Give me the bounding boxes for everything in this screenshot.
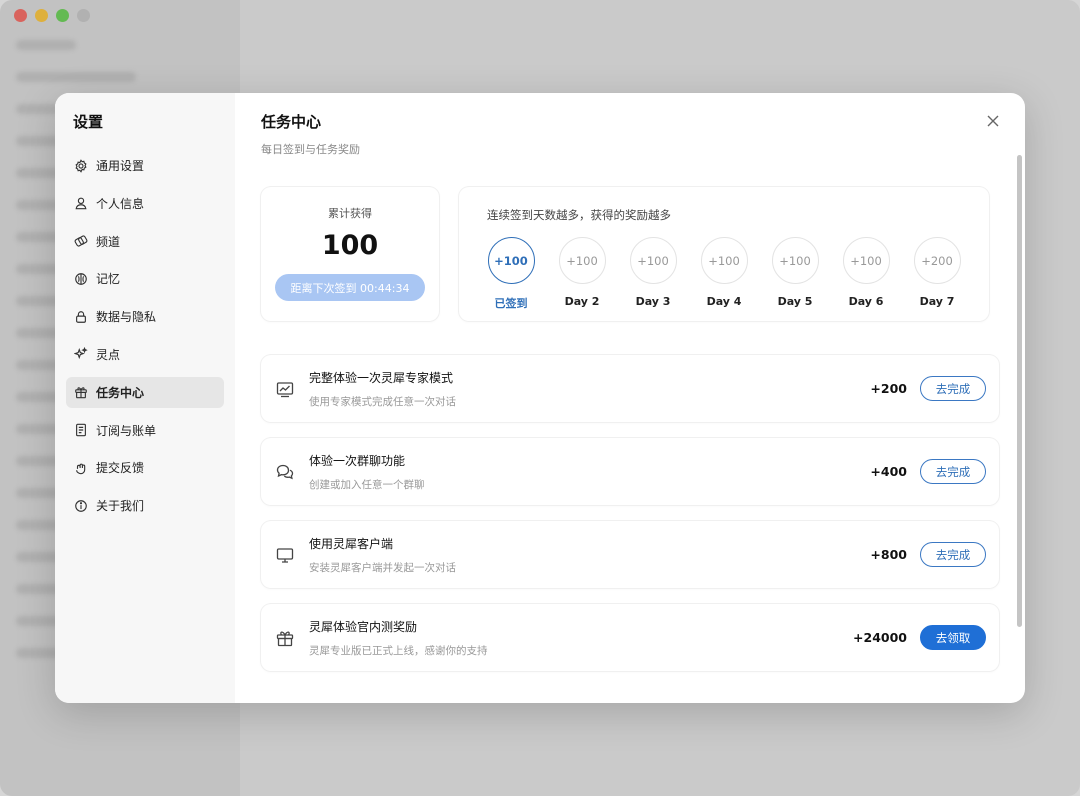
task-reward: +24000 bbox=[853, 630, 907, 645]
task-item: 灵犀体验官内测奖励 灵犀专业版已正式上线，感谢你的支持 +24000 去领取 bbox=[261, 604, 999, 671]
day-reward: +200 bbox=[913, 237, 961, 284]
task-title: 使用灵犀客户端 bbox=[309, 536, 394, 551]
day-reward: +100 bbox=[487, 237, 535, 284]
sidebar-item-privacy[interactable]: 数据与隐私 bbox=[66, 301, 224, 332]
checkin-streak-card: 连续签到天数越多，获得的奖励越多 +100 已签到 +100 Day 2 +10… bbox=[459, 187, 989, 321]
checkin-day[interactable]: +100 Day 5 bbox=[771, 237, 819, 311]
checkin-day[interactable]: +100 Day 6 bbox=[842, 237, 890, 311]
gear-icon bbox=[75, 158, 87, 173]
close-icon[interactable] bbox=[985, 113, 1001, 129]
day-reward: +100 bbox=[700, 237, 748, 284]
checkin-day[interactable]: +100 Day 4 bbox=[700, 237, 748, 311]
channel-icon bbox=[74, 235, 88, 247]
task-title: 完整体验一次灵犀专家模式 bbox=[309, 370, 454, 385]
settings-title: 设置 bbox=[73, 113, 104, 131]
checkin-day[interactable]: +100 Day 2 bbox=[558, 237, 606, 311]
lock-icon bbox=[76, 310, 86, 323]
day-label: 已签到 bbox=[494, 297, 528, 310]
monitor-icon bbox=[276, 547, 294, 563]
task-desc: 安装灵犀客户端并发起一次对话 bbox=[309, 561, 456, 574]
sidebar-item-feedback[interactable]: 提交反馈 bbox=[66, 452, 224, 483]
task-title: 体验一次群聊功能 bbox=[309, 453, 406, 468]
day-reward: +100 bbox=[629, 237, 677, 284]
checkin-day[interactable]: +200 Day 7 bbox=[913, 237, 961, 311]
checkin-day[interactable]: +100 已签到 bbox=[487, 237, 535, 311]
task-center-panel: 任务中心 每日签到与任务奖励 累计获得 100 距离下次签到 00:44:34 … bbox=[235, 93, 1025, 703]
day-reward: +100 bbox=[558, 237, 606, 284]
task-desc: 使用专家模式完成任意一次对话 bbox=[309, 395, 456, 408]
sidebar-item-billing[interactable]: 订阅与账单 bbox=[66, 415, 224, 446]
total-value: 100 bbox=[321, 230, 379, 261]
user-icon bbox=[75, 197, 87, 210]
day-label: Day 3 bbox=[635, 295, 671, 308]
sparkle-icon bbox=[74, 347, 88, 360]
task-item: 体验一次群聊功能 创建或加入任意一个群聊 +400 去完成 bbox=[261, 438, 999, 505]
gift-icon bbox=[276, 631, 294, 646]
next-checkin-countdown-button[interactable]: 距离下次签到 00:44:34 bbox=[275, 274, 425, 301]
day-reward: +100 bbox=[842, 237, 890, 284]
task-text: 体验一次群聊功能 创建或加入任意一个群聊 bbox=[309, 452, 870, 492]
task-text: 灵犀体验官内测奖励 灵犀专业版已正式上线，感谢你的支持 bbox=[309, 618, 853, 658]
task-complete-button[interactable]: 去完成 bbox=[920, 376, 986, 401]
task-claim-button[interactable]: 去领取 bbox=[920, 625, 986, 650]
task-desc: 灵犀专业版已正式上线，感谢你的支持 bbox=[309, 644, 488, 657]
task-item: 使用灵犀客户端 安装灵犀客户端并发起一次对话 +800 去完成 bbox=[261, 521, 999, 588]
sidebar-item-label: 个人信息 bbox=[96, 196, 145, 211]
sidebar-item-label: 数据与隐私 bbox=[96, 310, 157, 325]
sidebar-item-label: 提交反馈 bbox=[96, 461, 145, 476]
sidebar-item-label: 任务中心 bbox=[96, 385, 145, 400]
task-complete-button[interactable]: 去完成 bbox=[920, 459, 986, 484]
memory-icon bbox=[75, 273, 87, 285]
chart-icon bbox=[276, 381, 294, 397]
day-label: Day 5 bbox=[777, 295, 813, 308]
checkin-day[interactable]: +100 Day 3 bbox=[629, 237, 677, 311]
scrollbar[interactable] bbox=[1017, 155, 1022, 627]
day-label: Day 2 bbox=[564, 295, 600, 308]
sidebar-item-channel[interactable]: 频道 bbox=[66, 226, 224, 257]
total-label: 累计获得 bbox=[328, 207, 372, 220]
receipt-icon bbox=[76, 423, 86, 437]
page-subtitle: 每日签到与任务奖励 bbox=[261, 143, 360, 156]
summary-row: 累计获得 100 距离下次签到 00:44:34 连续签到天数越多，获得的奖励越… bbox=[261, 187, 999, 321]
sidebar-item-task-center[interactable]: 任务中心 bbox=[66, 376, 224, 408]
gift-icon bbox=[75, 387, 87, 399]
task-reward: +400 bbox=[870, 464, 907, 479]
sidebar-item-profile[interactable]: 个人信息 bbox=[66, 188, 224, 219]
settings-sidebar: 设置 通用设置 个人信息 频道 记忆 数据与隐私 灵点 任务中心 订阅与账单 提… bbox=[55, 93, 235, 703]
sidebar-item-label: 通用设置 bbox=[96, 159, 145, 173]
task-reward: +800 bbox=[870, 547, 907, 562]
sidebar-item-memory[interactable]: 记忆 bbox=[66, 263, 224, 294]
page-title: 任务中心 bbox=[261, 113, 322, 131]
task-complete-button[interactable]: 去完成 bbox=[920, 542, 986, 567]
sidebar-item-general[interactable]: 通用设置 bbox=[66, 150, 224, 181]
task-text: 完整体验一次灵犀专家模式 使用专家模式完成任意一次对话 bbox=[309, 369, 870, 409]
sidebar-item-about[interactable]: 关于我们 bbox=[66, 490, 224, 521]
sidebar-item-label: 频道 bbox=[96, 234, 121, 249]
total-points-card: 累计获得 100 距离下次签到 00:44:34 bbox=[261, 187, 439, 321]
streak-title: 连续签到天数越多，获得的奖励越多 bbox=[487, 208, 671, 222]
task-list: 完整体验一次灵犀专家模式 使用专家模式完成任意一次对话 +200 去完成 体验一… bbox=[261, 355, 999, 671]
day-label: Day 4 bbox=[706, 295, 742, 308]
sidebar-item-label: 订阅与账单 bbox=[96, 423, 157, 438]
task-desc: 创建或加入任意一个群聊 bbox=[309, 478, 425, 491]
sidebar-item-label: 灵点 bbox=[96, 347, 121, 362]
sidebar-item-label: 记忆 bbox=[96, 272, 121, 287]
feedback-icon bbox=[76, 463, 86, 475]
settings-modal: 设置 通用设置 个人信息 频道 记忆 数据与隐私 灵点 任务中心 订阅与账单 提… bbox=[55, 93, 1025, 703]
day-reward: +100 bbox=[771, 237, 819, 284]
day-label: Day 6 bbox=[848, 295, 884, 308]
task-reward: +200 bbox=[870, 381, 907, 396]
info-icon bbox=[75, 499, 87, 512]
chat-icon bbox=[276, 464, 294, 479]
sidebar-item-points[interactable]: 灵点 bbox=[66, 339, 224, 370]
sidebar-item-label: 关于我们 bbox=[96, 499, 145, 514]
task-title: 灵犀体验官内测奖励 bbox=[309, 619, 418, 634]
task-item: 完整体验一次灵犀专家模式 使用专家模式完成任意一次对话 +200 去完成 bbox=[261, 355, 999, 422]
task-text: 使用灵犀客户端 安装灵犀客户端并发起一次对话 bbox=[309, 535, 870, 575]
day-label: Day 7 bbox=[919, 295, 955, 308]
checkin-days: +100 已签到 +100 Day 2 +100 Day 3 +100 Day … bbox=[487, 237, 961, 311]
